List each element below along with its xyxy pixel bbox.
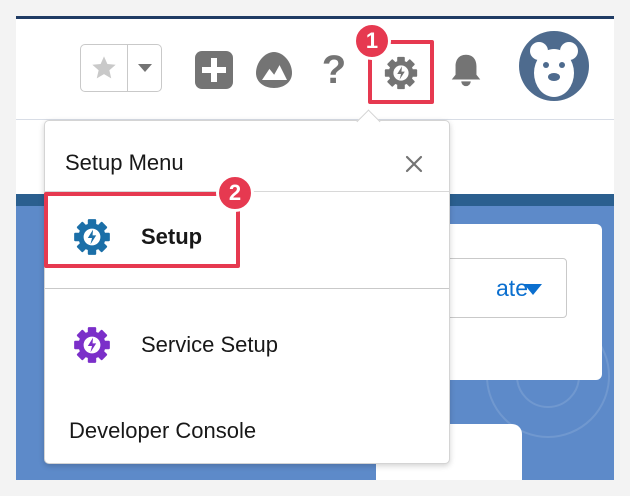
setup-menu-title: Setup Menu	[65, 150, 184, 175]
menu-item-label: Service Setup	[141, 332, 278, 357]
close-icon[interactable]	[401, 151, 427, 177]
menu-item-label: Developer Console	[69, 418, 257, 443]
menu-item-developer-console[interactable]: Developer Console	[45, 407, 449, 455]
caret-down-icon	[524, 284, 542, 295]
callout-badge-1: 1	[353, 22, 391, 60]
setup-item-highlight	[44, 192, 240, 268]
trailhead-icon[interactable]	[252, 48, 296, 92]
callout-badge-2: 2	[216, 174, 254, 212]
menu-item-service-setup[interactable]: Service Setup	[45, 317, 449, 373]
favorites-button-group	[80, 44, 162, 92]
bell-icon[interactable]	[444, 48, 488, 92]
chevron-down-icon[interactable]	[128, 45, 161, 91]
app-frame: ate ? 1 Setup Menu Setup Service Setup D…	[16, 16, 614, 480]
star-icon[interactable]	[81, 45, 127, 91]
help-icon[interactable]: ?	[316, 46, 352, 94]
setup-menu-dropdown: Setup Menu Setup Service Setup Developer…	[44, 120, 450, 464]
plus-icon[interactable]	[194, 50, 234, 90]
top-accent-line	[16, 16, 614, 19]
gear-bolt-icon	[69, 322, 115, 368]
bear-avatar-icon[interactable]	[519, 31, 589, 101]
menu-divider	[45, 288, 449, 289]
